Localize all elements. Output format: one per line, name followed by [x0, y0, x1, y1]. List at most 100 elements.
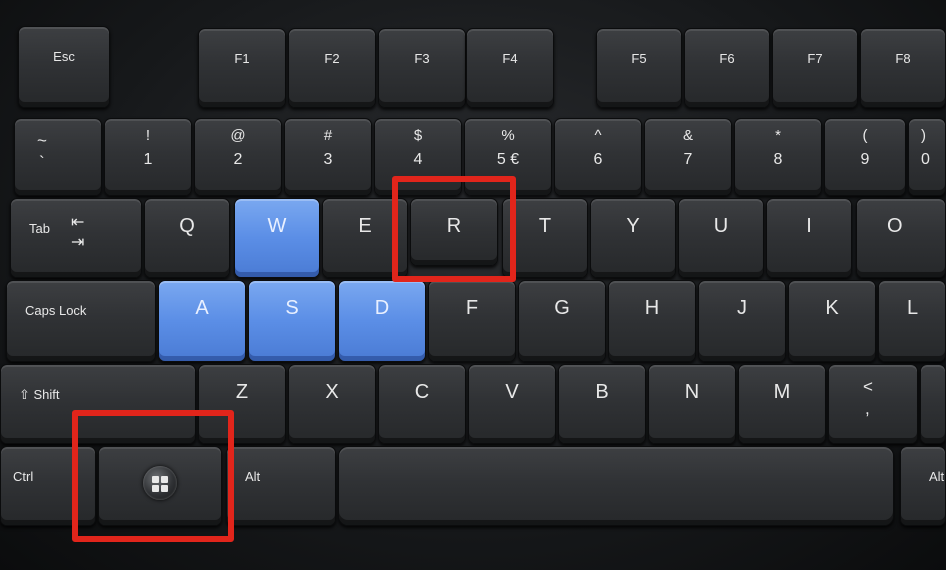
- key-s: S: [248, 280, 336, 362]
- key-v: V: [468, 364, 556, 444]
- key-5-bottom: 5 €: [496, 151, 520, 168]
- key-g-label: G: [554, 297, 570, 319]
- key-3-bottom: 3: [323, 151, 333, 168]
- keyboard-photo: Esc F1 F2 F3 F4 F5 F6 F7 F8 ~ ` ! 1 @ 2 …: [0, 0, 946, 570]
- windows-logo-icon: [143, 466, 177, 500]
- key-f4-label: F4: [502, 51, 518, 66]
- key-f2: F2: [288, 28, 376, 108]
- key-f-label: F: [465, 297, 479, 319]
- key-2-top: @: [230, 127, 246, 144]
- key-u-label: U: [713, 215, 729, 237]
- key-3: # 3: [284, 118, 372, 196]
- key-esc-label: Esc: [53, 49, 75, 64]
- key-8: * 8: [734, 118, 822, 196]
- key-comma-bottom: ,: [865, 399, 870, 418]
- key-f: F: [428, 280, 516, 362]
- key-v-label: V: [505, 381, 519, 403]
- key-f2-label: F2: [324, 51, 340, 66]
- key-3-top: #: [323, 127, 333, 144]
- key-4: $ 4: [374, 118, 462, 196]
- key-f3: F3: [378, 28, 466, 108]
- key-5: % 5 €: [464, 118, 552, 196]
- key-0-bottom: 0: [921, 151, 930, 168]
- key-k-label: K: [825, 297, 839, 319]
- key-backtick: ~ `: [14, 118, 102, 196]
- key-f3-label: F3: [414, 51, 430, 66]
- key-l: L: [878, 280, 946, 362]
- key-n: N: [648, 364, 736, 444]
- key-2: @ 2: [194, 118, 282, 196]
- key-5-top: %: [501, 127, 515, 144]
- key-f5-label: F5: [631, 51, 647, 66]
- key-z: Z: [198, 364, 286, 444]
- key-d-label: D: [374, 297, 390, 319]
- key-0: ) 0: [908, 118, 946, 196]
- key-4-bottom: 4: [413, 151, 423, 168]
- key-backtick-bottom: `: [39, 153, 45, 172]
- key-x: X: [288, 364, 376, 444]
- key-f7-label: F7: [807, 51, 823, 66]
- key-2-bottom: 2: [233, 151, 243, 168]
- key-comma-top: <: [863, 377, 873, 396]
- key-9-bottom: 9: [860, 151, 870, 168]
- key-8-top: *: [775, 127, 781, 144]
- key-b-label: B: [595, 381, 609, 403]
- key-9: ( 9: [824, 118, 906, 196]
- key-h-label: H: [644, 297, 660, 319]
- key-t: T: [502, 198, 588, 278]
- key-space: [338, 446, 894, 526]
- key-m: M: [738, 364, 826, 444]
- key-f6: F6: [684, 28, 770, 108]
- key-f8: F8: [860, 28, 946, 108]
- key-f1-label: F1: [234, 51, 250, 66]
- key-1-top: !: [145, 127, 151, 144]
- key-esc: Esc: [18, 26, 110, 108]
- key-q-label: Q: [179, 215, 195, 237]
- key-d: D: [338, 280, 426, 362]
- key-k: K: [788, 280, 876, 362]
- key-a: A: [158, 280, 246, 362]
- key-ctrl: Ctrl: [0, 446, 96, 526]
- key-b: B: [558, 364, 646, 444]
- key-7-top: &: [682, 127, 693, 144]
- key-0-top: ): [921, 127, 926, 144]
- key-w-label: W: [267, 215, 287, 237]
- key-c-label: C: [414, 381, 430, 403]
- key-4-top: $: [413, 127, 423, 144]
- key-comma: < ,: [828, 364, 918, 444]
- key-8-bottom: 8: [773, 151, 783, 168]
- key-w: W: [234, 198, 320, 278]
- key-y-label: Y: [626, 215, 640, 237]
- key-f5: F5: [596, 28, 682, 108]
- key-a-label: A: [195, 297, 209, 319]
- key-l-label: L: [907, 297, 919, 319]
- key-backtick-top: ~: [37, 131, 47, 150]
- key-n-label: N: [684, 381, 700, 403]
- key-m-label: M: [773, 381, 791, 403]
- key-i: I: [766, 198, 852, 278]
- key-1: ! 1: [104, 118, 192, 196]
- key-e: E: [322, 198, 408, 278]
- key-alt-right: Alt: [900, 446, 946, 526]
- key-alt: Alt: [226, 446, 336, 526]
- key-alt-label: Alt: [245, 469, 261, 484]
- key-shift: ⇧ Shift: [0, 364, 196, 444]
- key-7-bottom: 7: [683, 151, 693, 168]
- key-i-label: I: [806, 215, 812, 237]
- key-alt-right-label: Alt: [929, 469, 945, 484]
- key-e-label: E: [358, 215, 372, 237]
- key-t-label: T: [538, 215, 552, 237]
- key-r-label: R: [446, 215, 462, 237]
- key-6: ^ 6: [554, 118, 642, 196]
- key-f1: F1: [198, 28, 286, 108]
- key-shift-label: ⇧ Shift: [19, 387, 60, 402]
- key-o: O: [856, 198, 946, 278]
- key-o-label: O: [887, 215, 903, 237]
- key-g: G: [518, 280, 606, 362]
- key-tab: Tab ⇤ ⇥: [10, 198, 142, 278]
- key-c: C: [378, 364, 466, 444]
- key-1-bottom: 1: [143, 151, 153, 168]
- key-windows: [98, 446, 222, 526]
- key-f6-label: F6: [719, 51, 735, 66]
- key-s-label: S: [285, 297, 299, 319]
